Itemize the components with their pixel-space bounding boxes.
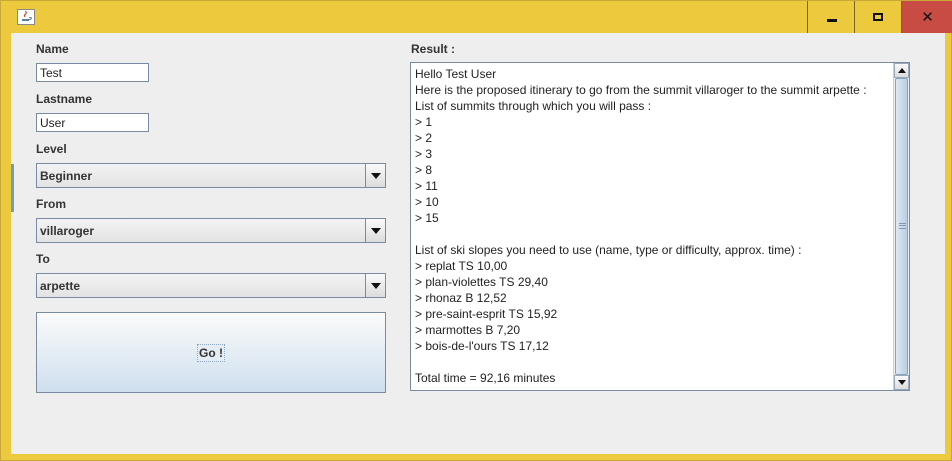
title-bar[interactable]: ✕ [1,1,952,33]
from-dropdown-button[interactable] [365,219,385,242]
chevron-down-icon [370,282,381,289]
result-line: > 8 [415,163,433,177]
from-select[interactable]: villaroger [36,218,386,243]
result-line: > plan-violettes TS 29,40 [415,275,548,289]
result-line: > 11 [415,179,438,193]
level-label: Level [36,142,67,156]
lastname-input[interactable] [36,113,149,132]
result-textarea[interactable]: Hello Test User Here is the proposed itin… [410,62,910,391]
result-line: Hello Test User [415,67,497,81]
edge-indicator [11,164,14,212]
client-area: Name Lastname Level Beginner From villar… [11,33,945,454]
level-select[interactable]: Beginner [36,163,386,188]
result-line: Here is the proposed itinerary to go fro… [415,83,867,97]
result-line: > replat TS 10,00 [415,259,508,273]
name-label: Name [36,42,69,56]
result-line: List of ski slopes you need to use (name… [415,243,802,257]
from-label: From [36,197,66,211]
result-line: > 3 [415,147,433,161]
go-button-label: Go ! [197,343,225,362]
to-label: To [36,252,50,266]
result-line: > bois-de-l'ours TS 17,12 [415,339,549,353]
java-app-icon[interactable] [17,9,35,25]
name-input[interactable] [36,63,149,82]
result-line: > rhonaz B 12,52 [415,291,507,305]
result-line: > 15 [415,211,439,225]
scroll-down-button[interactable] [894,375,909,390]
result-text[interactable]: Hello Test User Here is the proposed itin… [415,66,893,388]
go-button[interactable]: Go ! [36,312,386,393]
close-icon: ✕ [921,8,934,26]
result-label: Result : [411,42,456,56]
arrow-down-icon [897,380,906,385]
result-line: > 2 [415,131,433,145]
result-line: > 1 [415,115,433,129]
vertical-scrollbar[interactable] [893,63,909,390]
grip-icon [899,223,906,229]
result-line: > marmottes B 7,20 [415,323,521,337]
result-line: Total time = 92,16 minutes [415,371,556,385]
to-select[interactable]: arpette [36,273,386,298]
scroll-thumb[interactable] [895,78,908,375]
level-dropdown-button[interactable] [365,164,385,187]
from-value: villaroger [40,224,95,238]
chevron-down-icon [370,172,381,179]
scroll-up-button[interactable] [894,63,909,78]
minimize-button[interactable] [807,1,855,33]
level-value: Beginner [40,169,93,183]
result-line: > pre-saint-esprit TS 15,92 [415,307,558,321]
result-line: > 10 [415,195,439,209]
application-window: ✕ Name Lastname Level Beginner From vill… [0,0,952,461]
to-value: arpette [40,279,81,293]
result-line [415,354,893,370]
arrow-up-icon [897,68,906,73]
maximize-icon [873,13,883,21]
maximize-button[interactable] [854,1,901,33]
minimize-icon [826,18,837,22]
lastname-label: Lastname [36,92,93,106]
close-button[interactable]: ✕ [901,1,952,33]
chevron-down-icon [370,227,381,234]
result-line: List of summits through which you will p… [415,99,652,113]
result-line [415,226,893,242]
to-dropdown-button[interactable] [365,274,385,297]
